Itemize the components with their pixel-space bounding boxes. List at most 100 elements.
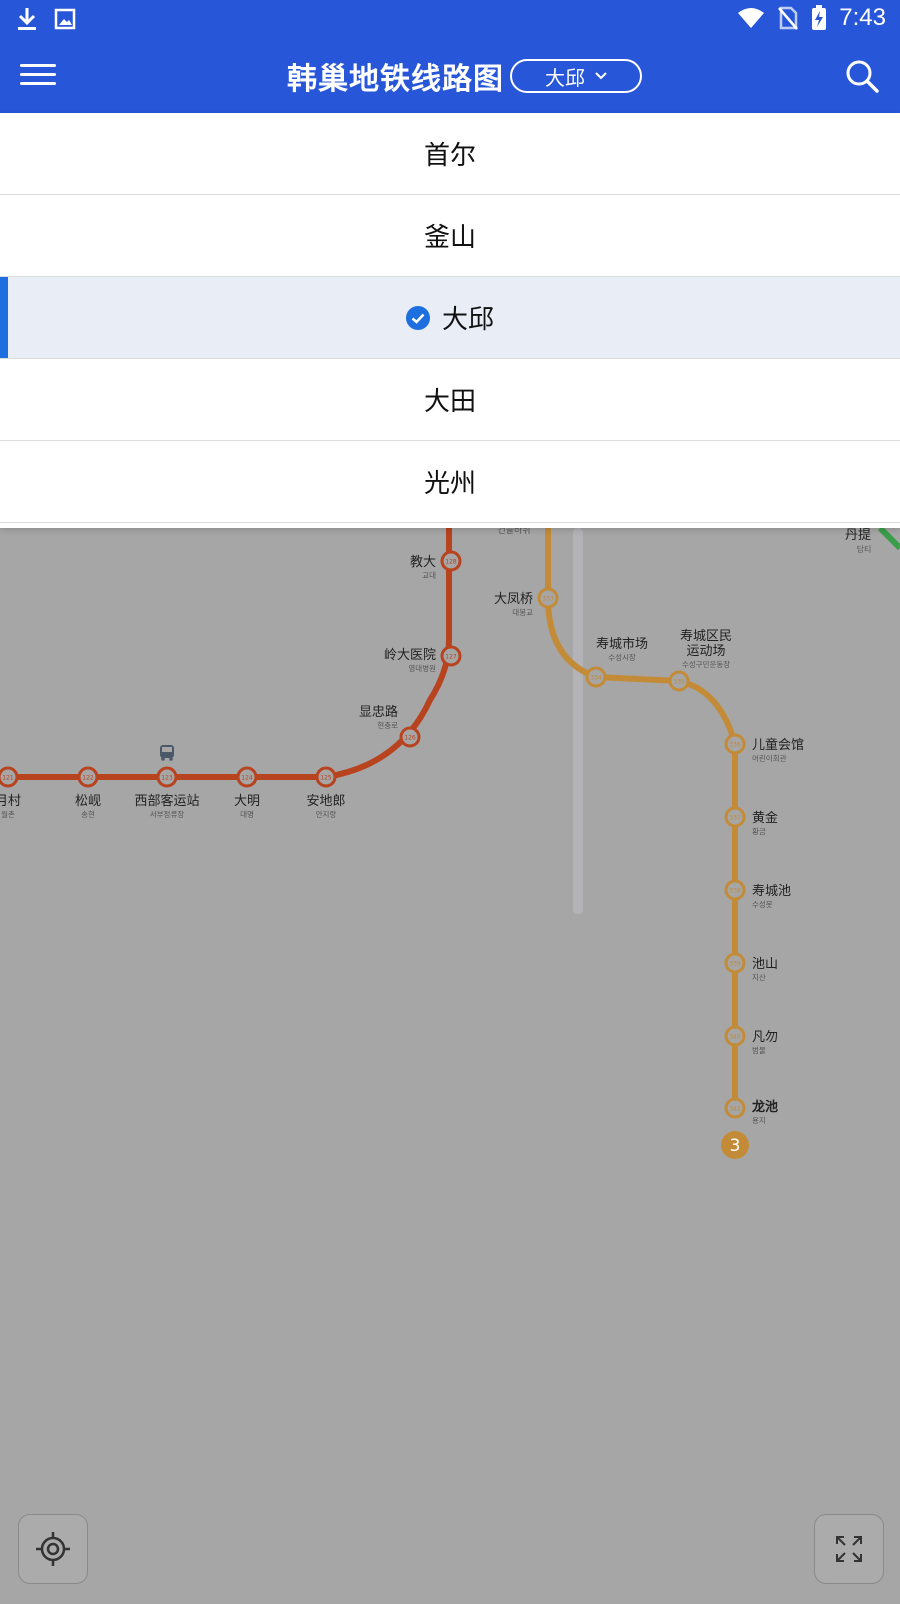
city-option-busan[interactable]: 釜山 bbox=[0, 195, 900, 277]
subway-map[interactable]: 121 月村 월촌 122 松岘 송현 123 西部客运站 서부정류장 124 大明 대명 125 安地郎… bbox=[0, 525, 900, 1600]
station-code: 333 bbox=[542, 596, 554, 603]
station-korean-name: 서부정류장 bbox=[150, 809, 185, 819]
city-option-seoul[interactable]: 首尔 bbox=[0, 113, 900, 195]
station-danti-korean: 담티 bbox=[857, 544, 872, 554]
station-code: 124 bbox=[241, 775, 253, 782]
station-code: 335 bbox=[673, 679, 685, 686]
map-canvas[interactable]: 121 月村월촌 122 松岘송현 123 西部客运站서부정류장 124 大明대명 125 安地郎… bbox=[0, 525, 900, 1600]
line-3-station[interactable]: 335 寿城区民运动场수성구민운동장 bbox=[668, 629, 732, 692]
download-icon bbox=[18, 8, 36, 30]
station-danti-label: 丹提 bbox=[845, 528, 871, 543]
station-name: 安地郎 bbox=[306, 794, 345, 809]
station-name: 黄金 bbox=[752, 810, 778, 826]
line-1-track bbox=[0, 528, 452, 780]
station-code: 123 bbox=[161, 775, 173, 782]
status-bar: 7:43 bbox=[0, 0, 900, 38]
station-code: 334 bbox=[590, 675, 602, 682]
station-korean-name: 황금 bbox=[752, 826, 766, 836]
station-name: 教大 bbox=[410, 554, 436, 570]
line-2-track-partial bbox=[877, 525, 900, 551]
city-option-label: 大邱 bbox=[441, 305, 494, 335]
expand-icon bbox=[836, 1536, 862, 1562]
station-korean-name: 현충로 bbox=[377, 721, 398, 730]
line-1-station[interactable]: 122 松岘송현 bbox=[75, 766, 101, 819]
page-title: 韩巢地铁线路图 bbox=[287, 62, 504, 97]
line-1-station[interactable]: 128 教大교대 bbox=[410, 550, 462, 580]
station-korean-name: 범물 bbox=[752, 1045, 766, 1055]
station-korean-name: 대봉교 bbox=[512, 608, 533, 617]
station-name: 寿城市场 bbox=[596, 636, 648, 652]
station-korean-name: 안지랑 bbox=[316, 809, 337, 819]
station-name: 池山 bbox=[752, 957, 778, 972]
station-name: 运动场 bbox=[686, 644, 725, 659]
station-code: 338 bbox=[729, 888, 741, 895]
line-3-badge-label: 3 bbox=[730, 1136, 741, 1156]
station-korean-name: 지산 bbox=[752, 972, 766, 982]
top-bar: 7:43 韩巢地铁线路图 大邱 bbox=[0, 0, 900, 113]
station-code: 337 bbox=[729, 815, 741, 822]
station-korean-name: 월촌 bbox=[1, 809, 15, 819]
city-option-daegu[interactable]: 大邱 bbox=[0, 277, 900, 359]
station-code: 336 bbox=[729, 742, 741, 749]
partial-station-label: 건들바위 bbox=[497, 528, 530, 536]
image-icon bbox=[54, 8, 76, 30]
line-3-station[interactable]: 341 龙池용지 bbox=[724, 1097, 778, 1125]
station-name: 寿城区民 bbox=[680, 629, 732, 644]
station-name: 显忠路 bbox=[359, 704, 398, 720]
city-dropdown: 首尔 釜山 大邱 大田 光州 bbox=[0, 113, 900, 528]
station-code: 122 bbox=[82, 775, 94, 782]
station-name: 龙池 bbox=[752, 1099, 778, 1115]
station-name: 西部客运站 bbox=[134, 793, 199, 809]
line-1-station[interactable]: 124 大明대명 bbox=[234, 766, 260, 819]
city-option-label: 大田 bbox=[423, 387, 476, 417]
station-name: 大明 bbox=[234, 794, 260, 809]
station-code: 126 bbox=[404, 735, 416, 742]
city-option-gwangju[interactable]: 光州 bbox=[0, 441, 900, 523]
map-background-track bbox=[573, 528, 583, 914]
station-korean-name: 교대 bbox=[422, 571, 436, 580]
crosshair-icon bbox=[36, 1532, 70, 1566]
station-name: 松岘 bbox=[75, 794, 101, 809]
station-korean-name: 용지 bbox=[752, 1116, 766, 1125]
station-korean-name: 대명 bbox=[240, 809, 254, 819]
check-circle-icon bbox=[405, 305, 430, 330]
no-sim-icon bbox=[778, 6, 799, 30]
station-name: 凡勿 bbox=[752, 1030, 778, 1045]
line-1-station[interactable]: 127 岭大医院영대병원 bbox=[384, 645, 462, 673]
station-code: 341 bbox=[729, 1106, 741, 1113]
hamburger-icon bbox=[20, 64, 56, 67]
city-option-label: 首尔 bbox=[423, 141, 476, 171]
line-1-station[interactable]: 121 月村월촌 bbox=[0, 766, 21, 819]
status-time: 7:43 bbox=[839, 4, 886, 31]
station-korean-name: 수성시장 bbox=[608, 652, 636, 662]
station-korean-name: 송현 bbox=[81, 810, 95, 819]
station-code: 340 bbox=[729, 1034, 741, 1041]
city-selector-button[interactable]: 大邱 bbox=[510, 59, 642, 93]
city-option-daejeon[interactable]: 大田 bbox=[0, 359, 900, 441]
station-code: 127 bbox=[445, 654, 457, 661]
station-korean-name: 영대병원 bbox=[408, 663, 436, 673]
chevron-down-icon bbox=[595, 72, 607, 80]
wifi-icon bbox=[738, 8, 765, 28]
station-korean-name: 어린이회관 bbox=[752, 753, 787, 763]
city-option-label: 釜山 bbox=[423, 223, 476, 253]
station-code: 125 bbox=[320, 775, 332, 782]
station-code: 339 bbox=[729, 961, 741, 968]
fullscreen-button[interactable] bbox=[814, 1514, 884, 1584]
station-korean-name: 수성못 bbox=[752, 900, 773, 909]
line-1-station[interactable]: 126 显忠路현충로 bbox=[359, 704, 421, 748]
city-option-label: 光州 bbox=[423, 469, 476, 499]
locate-button[interactable] bbox=[18, 1514, 88, 1584]
search-icon[interactable] bbox=[842, 56, 882, 96]
station-name: 岭大医院 bbox=[384, 648, 436, 663]
station-code: 128 bbox=[445, 559, 457, 566]
station-name: 儿童会馆 bbox=[752, 737, 804, 753]
station-name: 大凤桥 bbox=[494, 592, 533, 607]
menu-button[interactable] bbox=[18, 58, 58, 94]
bus-icon bbox=[160, 745, 174, 761]
station-name: 寿城池 bbox=[752, 884, 791, 899]
station-name: 月村 bbox=[0, 794, 21, 809]
battery-charging-icon bbox=[812, 5, 827, 30]
station-korean-name: 수성구민운동장 bbox=[682, 659, 730, 669]
app-bar: 韩巢地铁线路图 大邱 bbox=[0, 38, 900, 113]
